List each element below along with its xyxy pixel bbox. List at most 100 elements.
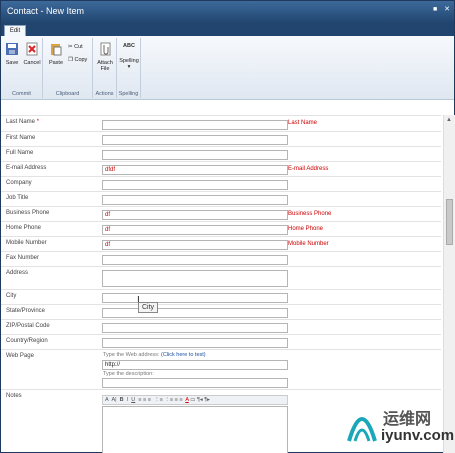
ltr-icon[interactable]: ¶◂ [197, 397, 203, 403]
field-label: Notes [6, 393, 22, 399]
clipboard-group-label: Clipboard [55, 91, 80, 97]
form-row-first-name: First Name [1, 131, 441, 146]
field-label: Mobile Number [6, 240, 47, 246]
error-message: E-mail Address [288, 166, 329, 172]
field-label: First Name [6, 135, 36, 141]
save-label: Save [5, 60, 19, 66]
watermark-text-domain: iyunv.com [381, 427, 455, 444]
font-size-icon[interactable]: A| [111, 397, 116, 403]
close-icon[interactable]: ✕ [444, 6, 450, 13]
spelling-button[interactable]: ABC Spelling ▾ [119, 42, 139, 70]
field-label: City [6, 293, 17, 299]
ribbon-group-actions: Attach File Actions [93, 38, 117, 98]
bullet-list-icon[interactable]: ⋮≡ [164, 397, 173, 403]
error-message: Mobile Number [288, 241, 329, 247]
form-row-job-title: Job Title [1, 191, 441, 206]
rich-text-toolbar: A A| B I U ≡ ≡ ≡ ⋮≡ ⋮≡ ≡ ≡ A ▭ ¶◂ ¶▸ [102, 395, 288, 405]
mobile-number-input[interactable]: df [102, 240, 288, 250]
text-color-icon[interactable]: A [185, 397, 188, 403]
spelling-icon: ABC [123, 43, 135, 49]
zip-input[interactable] [102, 323, 288, 333]
form-row-mobile-number: Mobile Number df Mobile Number [1, 236, 441, 251]
field-label: Country/Region [6, 338, 48, 344]
company-input[interactable] [102, 180, 288, 190]
attach-file-icon [100, 42, 111, 56]
last-name-input[interactable] [102, 120, 288, 130]
form-row-address: Address [1, 266, 441, 289]
cut-label: Cut [74, 44, 83, 50]
ribbon-tab-bar: Edit [1, 23, 454, 37]
job-title-input[interactable] [102, 195, 288, 205]
fax-number-input[interactable] [102, 255, 288, 265]
paste-label: Paste [48, 60, 64, 66]
scrollbar-thumb[interactable] [446, 199, 453, 245]
state-input[interactable] [102, 308, 288, 318]
field-label: Web Page [6, 353, 34, 359]
home-phone-input[interactable]: df [102, 225, 288, 235]
business-phone-input[interactable]: df [102, 210, 288, 220]
error-message: Last Name [288, 120, 318, 126]
field-label: State/Province [6, 308, 46, 314]
watermark-logo-icon [347, 417, 377, 442]
form-row-fax-number: Fax Number [1, 251, 441, 266]
form-row-state: State/Province [1, 304, 441, 319]
scroll-up-icon[interactable]: ▲ [446, 117, 452, 123]
web-address-input[interactable]: http:// [102, 360, 288, 370]
window-title: Contact - New Item [7, 6, 85, 16]
form-row-business-phone: Business Phone df Business Phone [1, 206, 441, 221]
copy-label: Copy [74, 57, 88, 63]
align-right-icon[interactable]: ≡ [148, 397, 151, 403]
background-color-icon[interactable]: ▭ [190, 397, 195, 403]
ribbon: Save Cancel Commit Paste ✂ Cut ❐ Copy Cl… [1, 36, 454, 100]
form-row-last-name: Last Name * Last Name [1, 115, 441, 131]
field-label: ZIP/Postal Code [6, 323, 50, 329]
dropdown-arrow-icon: ▾ [127, 64, 131, 70]
italic-icon[interactable]: I [127, 397, 129, 403]
field-label: E-mail Address [6, 165, 47, 171]
address-textarea[interactable] [102, 270, 288, 287]
attach-file-button[interactable]: Attach File [96, 42, 114, 72]
form-row-country: Country/Region [1, 334, 441, 349]
field-label: Business Phone [6, 210, 50, 216]
city-input[interactable] [102, 293, 288, 303]
font-icon[interactable]: A [105, 397, 109, 403]
full-name-input[interactable] [102, 150, 288, 160]
cut-button[interactable]: ✂ Cut [68, 44, 83, 50]
cancel-button[interactable]: Cancel [23, 42, 41, 66]
outdent-icon[interactable]: ≡ [175, 397, 178, 403]
cancel-label: Cancel [23, 60, 41, 66]
save-button[interactable]: Save [4, 42, 20, 66]
field-label: Home Phone [6, 225, 42, 231]
maximize-icon[interactable]: ■ [433, 6, 437, 13]
web-description-input[interactable] [102, 378, 288, 388]
paste-button[interactable]: Paste [48, 42, 64, 66]
email-input[interactable]: dfdf [102, 165, 288, 175]
field-label: Last Name [6, 119, 36, 125]
ribbon-group-clipboard: Paste ✂ Cut ❐ Copy Clipboard [43, 38, 93, 98]
city-tooltip: City [138, 302, 159, 313]
underline-icon[interactable]: U [131, 397, 135, 403]
indent-icon[interactable]: ≡ [179, 397, 182, 403]
first-name-input[interactable] [102, 135, 288, 145]
rtl-icon[interactable]: ¶▸ [204, 397, 210, 403]
watermark: 运维网 iyunv.com [345, 403, 454, 448]
spelling-group-label: Spelling [118, 91, 139, 97]
required-marker: * [36, 119, 40, 125]
scissors-icon: ✂ [68, 44, 73, 50]
form-row-city: City [1, 289, 441, 304]
field-label: Job Title [6, 195, 29, 201]
field-label: Company [6, 180, 32, 186]
country-input[interactable] [102, 338, 288, 348]
bold-icon[interactable]: B [120, 397, 124, 403]
title-bar: Contact - New Item ■ ✕ [1, 1, 454, 23]
test-link[interactable]: (Click here to test) [161, 352, 206, 358]
numbered-list-icon[interactable]: ⋮≡ [154, 397, 163, 403]
form-row-web-page: Web Page Type the Web address: (Click he… [1, 349, 441, 389]
align-center-icon[interactable]: ≡ [143, 397, 146, 403]
copy-icon: ❐ [68, 57, 73, 63]
align-left-icon[interactable]: ≡ [138, 397, 141, 403]
copy-button[interactable]: ❐ Copy [68, 57, 87, 63]
error-message: Business Phone [288, 211, 332, 217]
notes-editor[interactable] [102, 406, 288, 453]
field-label: Full Name [6, 150, 34, 156]
